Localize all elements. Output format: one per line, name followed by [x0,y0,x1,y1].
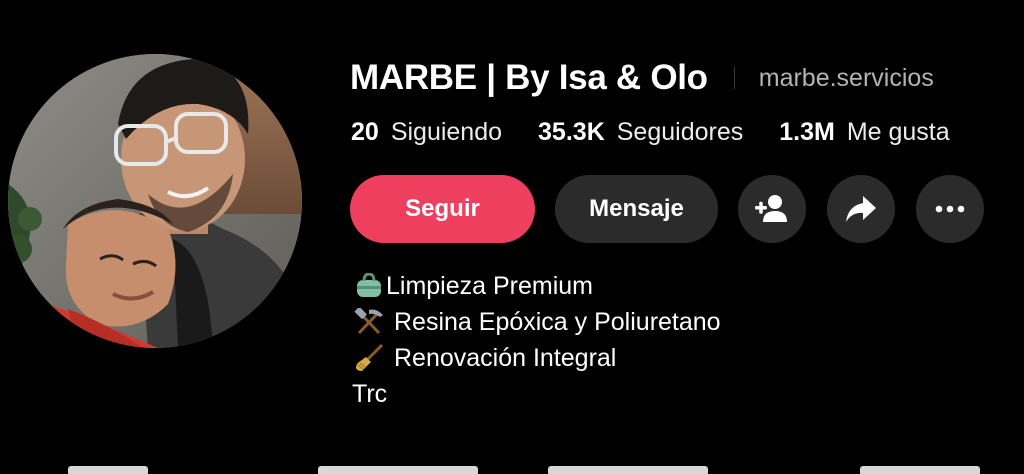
bio-text: Trc [352,380,388,408]
profile-page: MARBE | By Isa & Olo marbe.servicios 20 … [0,0,1024,474]
add-friend-button[interactable] [738,175,806,243]
stat-label: Me gusta [846,118,950,146]
share-button[interactable] [827,175,895,243]
profile-actions: Seguir Mensaje [350,175,984,243]
share-icon [846,196,876,222]
stat-value: 35.3K [538,118,605,146]
profile-avatar[interactable] [8,54,302,348]
stat-following[interactable]: 20 Siguiendo [351,118,502,147]
profile-tabs-cut-off [0,460,1024,474]
broom-icon [352,343,386,373]
tab-liked-stub[interactable] [860,466,980,474]
profile-header: MARBE | By Isa & Olo marbe.servicios [350,58,934,98]
username: marbe.servicios [758,63,934,92]
more-icon [935,205,965,213]
message-button[interactable]: Mensaje [555,175,718,243]
stat-value: 20 [351,118,379,146]
profile-stats: 20 Siguiendo 35.3K Seguidores 1.3M Me gu… [351,118,950,147]
more-options-button[interactable] [916,175,984,243]
bio-text: Limpieza Premium [386,272,594,300]
stat-value: 1.3M [779,118,835,146]
bio-line: Limpieza Premium [352,268,721,304]
stat-followers[interactable]: 35.3K Seguidores [538,118,743,147]
hammer-pick-icon [352,307,386,337]
name-divider [733,67,735,89]
avatar-photo [8,54,302,348]
bio-text: Resina Epóxica y Poliuretano [394,308,721,336]
stat-likes: 1.3M Me gusta [779,118,949,147]
profile-bio: Limpieza Premium Resina Epóxica y Poliur… [352,268,721,412]
add-friend-icon [755,195,787,222]
tab-videos-stub[interactable] [68,466,148,474]
bio-text: Renovación Integral [394,344,617,372]
display-name: MARBE | By Isa & Olo [350,58,708,97]
bio-line: Resina Epóxica y Poliuretano [352,304,721,340]
stat-label: Seguidores [616,118,744,146]
bio-line: Renovación Integral [352,340,721,376]
tab-favorites-stub[interactable] [548,466,708,474]
tab-reposts-stub[interactable] [318,466,478,474]
bag-icon [352,271,386,301]
stat-label: Siguiendo [390,118,503,146]
bio-line: Trc [352,376,721,412]
follow-button[interactable]: Seguir [350,175,535,243]
